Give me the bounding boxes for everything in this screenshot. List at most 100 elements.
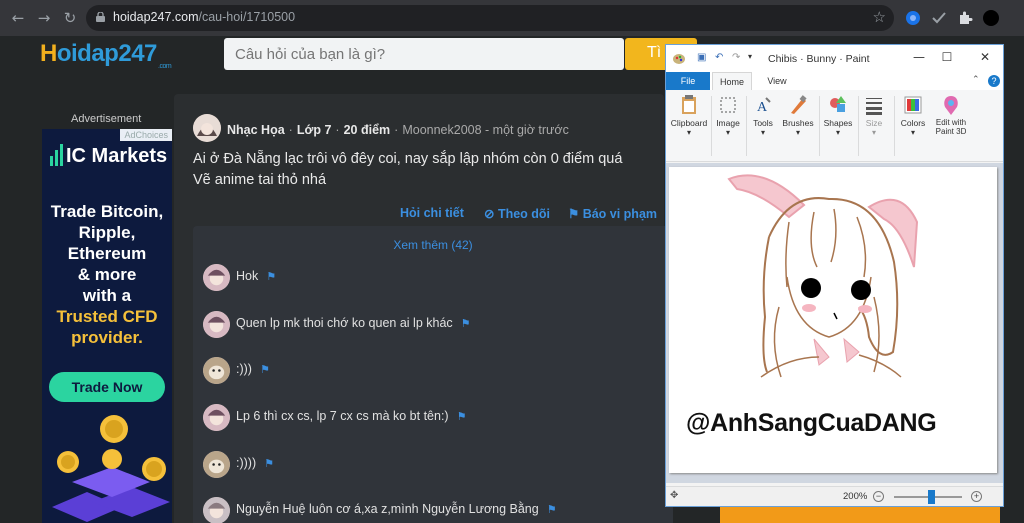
- ad-line: & more: [77, 265, 137, 284]
- ribbon-separator: [894, 96, 895, 156]
- report-flag-icon[interactable]: ⚑: [461, 317, 471, 330]
- paint-status-bar: ✥ 200% − +: [666, 486, 1003, 506]
- canvas-area: @AnhSangCuaDANG: [666, 163, 1003, 483]
- clipboard-icon: [682, 95, 696, 114]
- address-bar[interactable]: hoidap247.com/cau-hoi/1710500 ☆: [86, 5, 894, 31]
- paint-title-bar[interactable]: ▣ ↶ ↷ ▾ Chibis · Bunny · Paint — ☐ ✕: [666, 45, 1003, 72]
- tab-file[interactable]: File: [666, 72, 710, 90]
- ad-line-highlight: provider.: [71, 328, 143, 347]
- tab-home[interactable]: Home: [712, 72, 752, 90]
- bookmark-star-icon[interactable]: ☆: [873, 8, 886, 26]
- adchoices-badge[interactable]: AdChoices: [120, 129, 172, 141]
- clipboard-group[interactable]: Clipboard ▾: [670, 94, 708, 158]
- save-icon[interactable]: ▣: [697, 52, 708, 63]
- ribbon-separator: [746, 96, 747, 156]
- maximize-button[interactable]: ☐: [937, 50, 957, 66]
- crypto-coins-illustration: [52, 415, 170, 522]
- collapse-ribbon-icon[interactable]: ⌃: [972, 75, 980, 85]
- paint-app-icon[interactable]: [672, 51, 686, 65]
- lock-icon: [96, 12, 105, 22]
- brushes-group[interactable]: Brushes ▾: [780, 94, 816, 158]
- shapes-group[interactable]: Shapes ▾: [821, 94, 855, 158]
- redo-icon[interactable]: ↷: [732, 52, 743, 63]
- zoom-slider-thumb[interactable]: [928, 490, 935, 504]
- report-flag-icon[interactable]: ⚑: [457, 410, 467, 423]
- report-link[interactable]: ⚑ Báo vi phạm: [568, 206, 657, 221]
- logo-prefix: H: [40, 40, 57, 67]
- reply-avatar[interactable]: [203, 497, 230, 523]
- quick-access-dropdown-icon[interactable]: ▾: [748, 52, 759, 63]
- edit-paint3d-group[interactable]: Edit with Paint 3D: [932, 94, 970, 158]
- report-flag-icon[interactable]: ⚑: [266, 270, 276, 283]
- points-label: 20 điểm: [343, 123, 391, 137]
- dropdown-chevron-icon: ▾: [871, 128, 876, 137]
- tools-group[interactable]: A Tools ▾: [748, 94, 778, 158]
- reply-content: Quen lp mk thoi chớ ko quen ai lp khác: [236, 316, 453, 330]
- size-group[interactable]: Size ▾: [859, 94, 889, 158]
- puzzle-extensions-icon[interactable]: [957, 10, 973, 26]
- report-flag-icon: ⚑: [568, 207, 583, 221]
- zoom-in-button[interactable]: +: [971, 491, 982, 502]
- search-input[interactable]: [224, 38, 624, 70]
- line-size-icon: [866, 98, 882, 115]
- shapes-icon: [830, 96, 846, 112]
- author-name[interactable]: Nhạc Họa: [227, 123, 285, 137]
- reply-content: :)))): [236, 456, 257, 470]
- report-flag-icon[interactable]: ⚑: [547, 503, 557, 516]
- meta-separator: ·: [335, 123, 340, 137]
- shapes-label: Shapes: [823, 118, 853, 128]
- colors-label: Colors: [900, 118, 926, 128]
- undo-icon[interactable]: ↶: [715, 52, 726, 63]
- paint3d-icon: [944, 96, 958, 115]
- question-line: Ai ở Đà Nẵng lạc trôi vô đêy coi, nay sắ…: [193, 151, 623, 167]
- dropdown-chevron-icon: ▾: [835, 128, 840, 137]
- brush-icon: [791, 95, 807, 114]
- forward-icon[interactable]: →: [34, 8, 54, 28]
- extension-blue-icon[interactable]: [905, 10, 921, 26]
- colors-group[interactable]: Colors ▾: [896, 94, 930, 158]
- trade-now-button[interactable]: Trade Now: [49, 372, 165, 402]
- report-flag-icon[interactable]: ⚑: [260, 363, 270, 376]
- site-logo[interactable]: Hoidap247 .com: [40, 40, 172, 70]
- follow-link[interactable]: ⊘ Theo dõi: [484, 206, 550, 221]
- replies-panel: Xem thêm (42) Hok ⚑ Quen lp mk thoi chớ k…: [193, 226, 673, 523]
- drawing-canvas[interactable]: @AnhSangCuaDANG: [669, 167, 997, 473]
- paint3d-label-line2: Paint 3D: [935, 127, 967, 136]
- ad-banner[interactable]: AdChoices IC Markets Trade Bitcoin, Ripp…: [42, 129, 172, 523]
- dropdown-chevron-icon: ▾: [910, 128, 915, 137]
- grade-label: Lớp 7: [296, 123, 332, 137]
- ad-line: with a: [82, 286, 132, 305]
- reply-avatar[interactable]: [203, 404, 230, 431]
- svg-text:A: A: [757, 100, 768, 115]
- ad-line: Trade Bitcoin,: [50, 202, 164, 221]
- reply-avatar[interactable]: [203, 311, 230, 338]
- help-icon[interactable]: ?: [988, 75, 1000, 87]
- dropdown-chevron-icon: ▾: [795, 128, 800, 137]
- zoom-out-button[interactable]: −: [873, 491, 884, 502]
- reply-avatar[interactable]: [203, 451, 230, 478]
- reload-icon[interactable]: ↻: [60, 8, 80, 28]
- check-extension-icon[interactable]: [931, 10, 947, 26]
- report-flag-icon[interactable]: ⚑: [264, 457, 274, 470]
- question-text: Ai ở Đà Nẵng lạc trôi vô đêy coi, nay sắ…: [193, 149, 663, 191]
- back-icon[interactable]: ←: [8, 8, 28, 28]
- minimize-button[interactable]: —: [909, 50, 929, 66]
- reply-avatar[interactable]: [203, 357, 230, 384]
- logo-text: oidap247: [56, 40, 158, 67]
- reply-content: Nguyễn Huệ luôn cơ á,xa z,mình Nguyễn Lư…: [236, 502, 539, 516]
- paint-window-title: Chibis · Bunny · Paint: [768, 53, 870, 65]
- meta-separator: ·: [394, 123, 399, 137]
- profile-avatar-icon[interactable]: [983, 10, 999, 26]
- question-card: Nhạc Họa · Lớp 7 · 20 điểm · Moonnek2008 - một…: [174, 94, 673, 523]
- reply-text: :))) ⚑: [236, 362, 270, 376]
- author-avatar[interactable]: [193, 114, 221, 142]
- ad-label: Advertisement: [71, 113, 142, 125]
- see-more-link[interactable]: Xem thêm (42): [193, 238, 673, 252]
- image-group[interactable]: Image ▾: [713, 94, 743, 158]
- tab-view[interactable]: View: [760, 72, 794, 90]
- reply-avatar[interactable]: [203, 264, 230, 291]
- ad-line: Ethereum: [67, 244, 147, 263]
- close-button[interactable]: ✕: [975, 50, 995, 66]
- image-label: Image: [716, 118, 740, 128]
- ask-detail-link[interactable]: Hỏi chi tiết: [400, 206, 464, 220]
